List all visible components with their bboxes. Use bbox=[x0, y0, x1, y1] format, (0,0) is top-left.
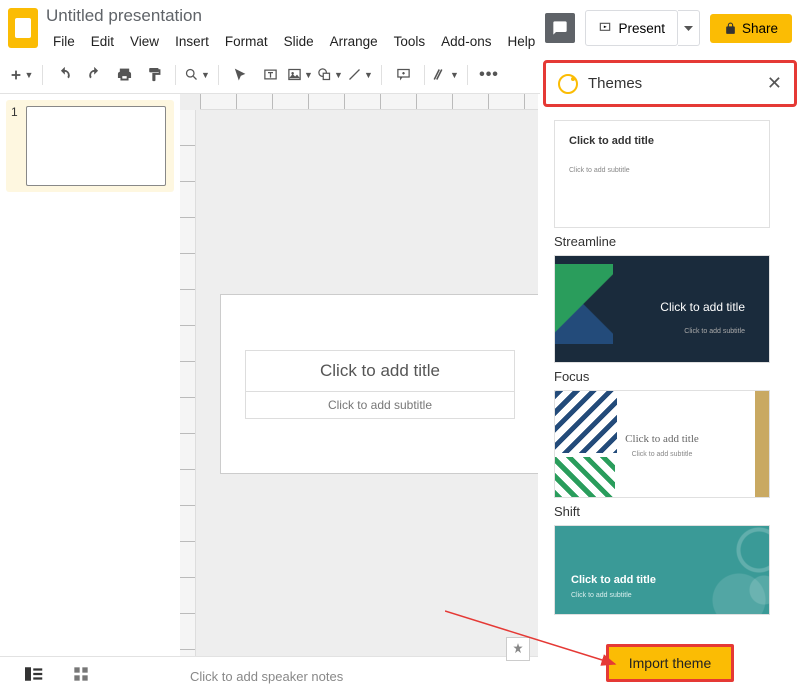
canvas: Click to add title Click to add subtitle bbox=[180, 94, 538, 656]
thumb-preview bbox=[26, 106, 166, 186]
line-tool[interactable]: ▼ bbox=[347, 62, 373, 88]
menu-addons[interactable]: Add-ons bbox=[434, 30, 498, 53]
theme-sub-text: Click to add subtitle bbox=[684, 328, 745, 335]
theme-label: Streamline bbox=[554, 234, 786, 249]
present-button[interactable]: Present bbox=[585, 10, 678, 46]
paint-format-button[interactable] bbox=[141, 62, 167, 88]
menu-insert[interactable]: Insert bbox=[168, 30, 216, 53]
explore-button[interactable] bbox=[506, 637, 530, 661]
transition-button[interactable]: ▼ bbox=[433, 62, 459, 88]
notes-placeholder: Click to add speaker notes bbox=[190, 669, 343, 684]
print-button[interactable] bbox=[111, 62, 137, 88]
menu-format[interactable]: Format bbox=[218, 30, 275, 53]
play-icon bbox=[598, 21, 612, 35]
palette-icon bbox=[558, 74, 578, 94]
ruler-horizontal bbox=[200, 94, 538, 110]
select-tool[interactable] bbox=[227, 62, 253, 88]
more-button[interactable]: ••• bbox=[476, 62, 502, 88]
comments-button[interactable] bbox=[545, 13, 575, 43]
theme-shift[interactable]: Click to add title Click to add subtitle bbox=[554, 390, 770, 498]
themes-header: Themes ✕ bbox=[543, 60, 797, 107]
menu-edit[interactable]: Edit bbox=[84, 30, 121, 53]
subtitle-placeholder[interactable]: Click to add subtitle bbox=[245, 392, 515, 419]
speaker-notes[interactable]: Click to add speaker notes bbox=[180, 657, 538, 696]
slide[interactable]: Click to add title Click to add subtitle bbox=[220, 294, 538, 474]
theme-sub-text: Click to add subtitle bbox=[571, 592, 632, 599]
theme-streamline[interactable]: Click to add title Click to add subtitle bbox=[554, 120, 770, 228]
present-dropdown[interactable] bbox=[678, 10, 700, 46]
import-theme-button[interactable]: Import theme bbox=[606, 644, 734, 682]
theme-teal[interactable]: Click to add title Click to add subtitle bbox=[554, 525, 770, 615]
menu-arrange[interactable]: Arrange bbox=[323, 30, 385, 53]
filmstrip-view-icon[interactable] bbox=[25, 667, 43, 686]
menu-slide[interactable]: Slide bbox=[277, 30, 321, 53]
doc-title[interactable]: Untitled presentation bbox=[46, 6, 545, 26]
theme-title-text: Click to add title bbox=[569, 135, 654, 147]
menu-tools[interactable]: Tools bbox=[387, 30, 433, 53]
title-placeholder[interactable]: Click to add title bbox=[245, 350, 515, 392]
theme-sub-text: Click to add subtitle bbox=[555, 451, 769, 458]
comment-tool[interactable] bbox=[390, 62, 416, 88]
menu-view[interactable]: View bbox=[123, 30, 166, 53]
present-label: Present bbox=[618, 21, 665, 36]
theme-label: Focus bbox=[554, 369, 786, 384]
redo-button[interactable] bbox=[81, 62, 107, 88]
themes-title: Themes bbox=[588, 75, 757, 92]
shape-tool[interactable]: ▼ bbox=[317, 62, 343, 88]
chevron-down-icon bbox=[684, 26, 693, 32]
filmstrip: 1 bbox=[0, 94, 180, 656]
thumb-number: 1 bbox=[11, 105, 18, 119]
image-tool[interactable]: ▼ bbox=[287, 62, 313, 88]
share-button[interactable]: Share bbox=[710, 14, 792, 43]
menubar: File Edit View Insert Format Slide Arran… bbox=[46, 30, 545, 53]
theme-sub-text: Click to add subtitle bbox=[569, 167, 630, 174]
slide-thumb-1[interactable]: 1 bbox=[6, 100, 174, 192]
theme-list[interactable]: Click to add title Click to add subtitle… bbox=[540, 110, 800, 630]
theme-title-text: Click to add title bbox=[571, 574, 656, 586]
theme-title-text: Click to add title bbox=[555, 433, 769, 445]
grid-view-icon[interactable] bbox=[73, 666, 89, 687]
comment-icon bbox=[552, 20, 568, 36]
slides-logo bbox=[8, 8, 38, 48]
new-slide-button[interactable]: ▼ bbox=[8, 62, 34, 88]
zoom-button[interactable]: ▼ bbox=[184, 62, 210, 88]
menu-file[interactable]: File bbox=[46, 30, 82, 53]
theme-title-text: Click to add title bbox=[660, 300, 745, 314]
bottom-bar: Click to add speaker notes bbox=[0, 656, 538, 696]
themes-panel: Themes ✕ Click to add title Click to add… bbox=[540, 57, 800, 696]
theme-label: Shift bbox=[554, 504, 786, 519]
share-label: Share bbox=[742, 21, 778, 36]
undo-button[interactable] bbox=[51, 62, 77, 88]
close-icon[interactable]: ✕ bbox=[767, 73, 782, 94]
theme-focus[interactable]: Click to add title Click to add subtitle bbox=[554, 255, 770, 363]
menu-help[interactable]: Help bbox=[500, 30, 542, 53]
ruler-vertical bbox=[180, 110, 196, 656]
lock-icon bbox=[724, 22, 737, 35]
textbox-tool[interactable] bbox=[257, 62, 283, 88]
